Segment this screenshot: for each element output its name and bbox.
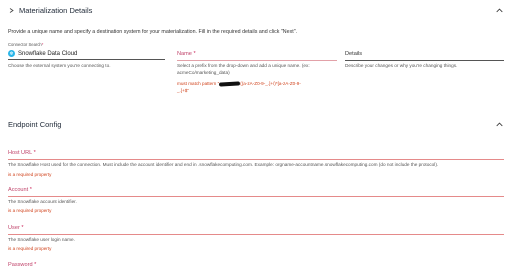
endpoint-section-header[interactable]: Endpoint Config — [8, 117, 504, 131]
user-label: User * — [8, 225, 24, 231]
connector-search-select[interactable]: ❄ Snowflake Data Cloud — [8, 48, 165, 60]
connector-helper: Choose the external system you're connec… — [8, 63, 111, 68]
snowflake-logo-icon: ❄ — [8, 50, 15, 57]
account-error: is a required property — [8, 208, 52, 213]
collapse-chevron-up-icon[interactable] — [494, 119, 504, 129]
host-url-error: is a required property — [8, 172, 52, 177]
details-input[interactable] — [345, 60, 504, 61]
materialization-section-header[interactable]: Materialization Details — [8, 3, 504, 17]
host-url-label: Host URL * — [8, 150, 36, 156]
endpoint-title: Endpoint Config — [8, 119, 62, 129]
host-url-input[interactable] — [8, 159, 504, 160]
user-error: is a required property — [8, 246, 52, 251]
connector-search-label: Connector Search* — [8, 42, 44, 47]
name-label: Name * — [177, 51, 196, 57]
chevron-icon — [8, 5, 15, 15]
materialization-intro: Provide a unique name and specify a dest… — [8, 29, 298, 35]
user-helper: The Snowflake user login name. — [8, 237, 75, 242]
name-error-line1: must match pattern " ((a-zA-Z0-9-_.]+/)*[… — [177, 81, 301, 87]
name-error-line2: _.]+$" — [177, 88, 189, 93]
account-helper: The Snowflake account identifier. — [8, 199, 77, 204]
name-input[interactable] — [177, 60, 337, 61]
account-label: Account * — [8, 187, 32, 193]
redacted-mark — [219, 81, 241, 87]
collapse-chevron-up-icon[interactable] — [494, 5, 504, 15]
account-input[interactable] — [8, 196, 504, 197]
name-helper-line2: acmeCo/marketing_data) — [177, 70, 230, 75]
connector-search-value: Snowflake Data Cloud — [18, 50, 78, 57]
details-label: Details — [345, 51, 363, 57]
details-helper: Describe your changes or why you're chan… — [345, 63, 458, 68]
password-label: Password * — [8, 262, 37, 268]
materialization-title: Materialization Details — [19, 5, 93, 15]
user-input[interactable] — [8, 234, 504, 235]
host-url-helper: The Snowflake Host used for the connecti… — [8, 162, 439, 167]
